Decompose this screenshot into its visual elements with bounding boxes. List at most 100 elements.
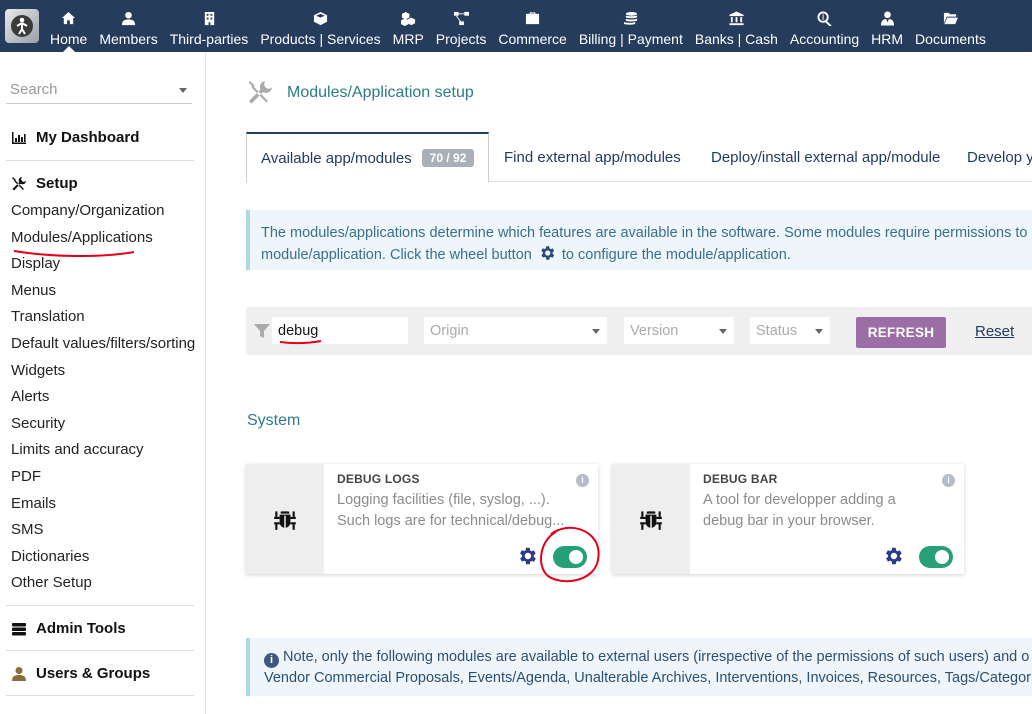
module-name: DEBUG BAR <box>703 472 778 486</box>
sidebar-item-other-setup[interactable]: Other Setup <box>11 574 92 591</box>
page-title: Modules/Application setup <box>287 84 474 101</box>
top-menu-products-services[interactable]: Products | Services <box>254 0 386 52</box>
search-input[interactable] <box>6 81 166 98</box>
info-icon[interactable]: i <box>576 474 589 487</box>
origin-select[interactable]: Origin <box>424 317 607 344</box>
top-menu-banks-cash[interactable]: Banks | Cash <box>689 0 784 52</box>
info-icon[interactable]: i <box>942 474 955 487</box>
gear-icon[interactable] <box>882 545 904 567</box>
chevron-down-icon <box>815 329 823 334</box>
reset-link[interactable]: Reset <box>975 323 1014 340</box>
divider <box>6 160 194 161</box>
module-icon-box <box>612 464 690 574</box>
top-menu-label: Third-parties <box>169 31 249 47</box>
sidebar-item-translation[interactable]: Translation <box>11 308 85 325</box>
main-content: Modules/Application setup Available app/… <box>207 52 1032 714</box>
tools-icon <box>248 81 272 104</box>
sidebar-item-limits-and-accuracy[interactable]: Limits and accuracy <box>11 441 144 458</box>
module-enable-toggle[interactable] <box>919 546 953 568</box>
bug-icon <box>274 509 296 530</box>
tab-label: Find external app/modules <box>504 148 681 166</box>
chevron-down-icon <box>719 329 727 334</box>
note-box: i Note, only the following modules are av… <box>246 638 1032 696</box>
tab-available-modules[interactable]: Available app/modules 70 / 92 <box>246 132 490 183</box>
top-menu-documents[interactable]: Documents <box>909 0 992 52</box>
app-logo[interactable] <box>0 0 44 52</box>
divider <box>6 605 194 606</box>
gear-icon[interactable] <box>516 545 538 567</box>
sidebar-search[interactable] <box>6 76 192 104</box>
sidebar-item-company-organization[interactable]: Company/Organization <box>11 202 164 219</box>
filter-icon <box>254 324 270 338</box>
folder-open-icon <box>943 12 958 25</box>
status-select[interactable]: Status <box>750 317 830 344</box>
sidebar-item-dictionaries[interactable]: Dictionaries <box>11 548 89 565</box>
sidebar-setup[interactable]: Setup <box>11 175 78 192</box>
sidebar-item-emails[interactable]: Emails <box>11 495 56 512</box>
sidebar-setup-label: Setup <box>36 175 78 192</box>
module-card-debug-bar: DEBUG BAR A tool for developper adding a… <box>612 464 964 574</box>
tab-find-external-modules[interactable]: Find external app/modules <box>504 132 681 182</box>
top-menu-label: Projects <box>435 31 487 47</box>
sidebar-my-dashboard[interactable]: My Dashboard <box>11 129 139 146</box>
sidebar-users-groups-label: Users & Groups <box>36 665 151 682</box>
module-card-debug-logs: DEBUG LOGS Logging facilities (file, sys… <box>246 464 598 574</box>
tab-develop[interactable]: Develop y <box>967 132 1032 182</box>
tab-bar: Available app/modules 70 / 92 Find exter… <box>246 132 1032 183</box>
sidebar-item-alerts[interactable]: Alerts <box>11 388 49 405</box>
sidebar-users-groups[interactable]: Users & Groups <box>11 665 150 682</box>
sidebar-item-security[interactable]: Security <box>11 415 65 432</box>
sidebar-item-widgets[interactable]: Widgets <box>11 362 65 379</box>
server-icon <box>12 622 26 635</box>
module-description: A tool for developper adding a debug bar… <box>703 492 896 529</box>
top-menu-label: Banks | Cash <box>694 31 778 47</box>
tools-icon <box>12 176 26 190</box>
building-icon <box>204 11 214 26</box>
module-enable-toggle[interactable] <box>553 546 587 568</box>
top-menu-label: Billing | Payment <box>578 31 683 47</box>
project-diagram-icon <box>453 11 469 26</box>
logo-icon <box>5 9 39 43</box>
top-menu-hrm[interactable]: HRM <box>865 0 909 52</box>
sidebar-item-menus[interactable]: Menus <box>11 282 56 299</box>
chevron-down-icon[interactable] <box>179 88 187 93</box>
sidebar-admin-tools[interactable]: Admin Tools <box>11 620 126 637</box>
user-icon <box>121 11 136 26</box>
top-menu-members[interactable]: Members <box>93 0 163 52</box>
left-sidebar: My Dashboard Setup Company/Organization M… <box>0 52 206 714</box>
keyword-filter-input[interactable] <box>272 317 408 344</box>
top-menu-commerce[interactable]: Commerce <box>492 0 572 52</box>
bank-icon <box>729 11 744 26</box>
bug-icon <box>640 511 662 530</box>
section-title: System <box>247 412 301 429</box>
version-placeholder: Version <box>630 322 679 339</box>
top-menu-accounting[interactable]: Accounting <box>784 0 865 52</box>
sidebar-admin-tools-label: Admin Tools <box>36 620 126 637</box>
origin-placeholder: Origin <box>430 322 469 339</box>
chevron-down-icon <box>592 329 600 334</box>
sidebar-item-sms[interactable]: SMS <box>11 521 44 538</box>
info-text-line-2: module/application. Click the wheel butt… <box>261 244 1032 266</box>
top-menu-billing-payment[interactable]: Billing | Payment <box>573 0 689 52</box>
toggle-knob <box>935 550 949 564</box>
sidebar-item-pdf[interactable]: PDF <box>11 468 41 485</box>
sidebar-item-default-values-filters-sorting[interactable]: Default values/filters/sorting <box>11 335 195 352</box>
sidebar-item-display[interactable]: Display <box>11 255 60 272</box>
top-menu-label: Home <box>50 31 88 47</box>
top-menu-mrp[interactable]: MRP <box>387 0 430 52</box>
sidebar-dashboard-label: My Dashboard <box>36 129 140 146</box>
tab-label: Available app/modules <box>261 149 412 167</box>
version-select[interactable]: Version <box>624 317 734 344</box>
refresh-button[interactable]: REFRESH <box>856 317 946 348</box>
top-menu-home[interactable]: Home <box>44 0 93 52</box>
home-icon <box>62 11 76 25</box>
chart-bar-icon <box>12 131 26 144</box>
info-box: The modules/applications determine which… <box>246 210 1032 270</box>
tab-deploy-external-module[interactable]: Deploy/install external app/module <box>711 132 940 182</box>
user-tie-icon <box>880 11 894 26</box>
top-menu-third-parties[interactable]: Third-parties <box>164 0 255 52</box>
sidebar-item-modules-applications[interactable]: Modules/Applications <box>11 229 153 246</box>
top-menu-projects[interactable]: Projects <box>430 0 493 52</box>
info-circle-icon: i <box>264 653 279 668</box>
tab-label: Develop y <box>967 148 1032 166</box>
